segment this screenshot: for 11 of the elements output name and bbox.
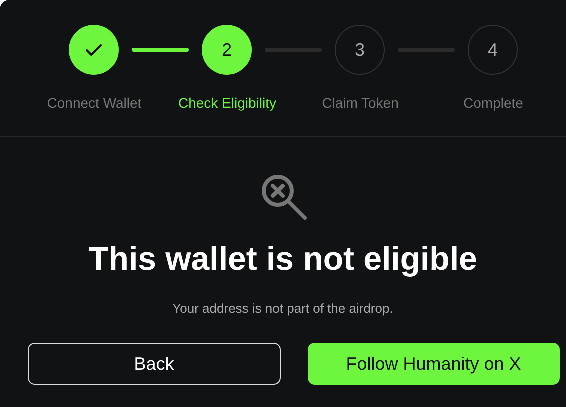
step-label: Check Eligibility <box>177 95 278 111</box>
step-number: 3 <box>354 40 365 60</box>
step-label: Connect Wallet <box>46 95 143 111</box>
result-title: This wallet is not eligible <box>88 240 478 278</box>
step-number: 2 <box>222 40 232 60</box>
result-message: Your address is not part of the airdrop. <box>172 301 394 316</box>
step-number: 4 <box>488 40 498 60</box>
step-label: Complete <box>462 95 524 111</box>
follow-button[interactable]: Follow Humanity on X <box>308 343 560 385</box>
back-button[interactable]: Back <box>28 343 280 385</box>
step-label: Claim Token <box>321 95 400 111</box>
